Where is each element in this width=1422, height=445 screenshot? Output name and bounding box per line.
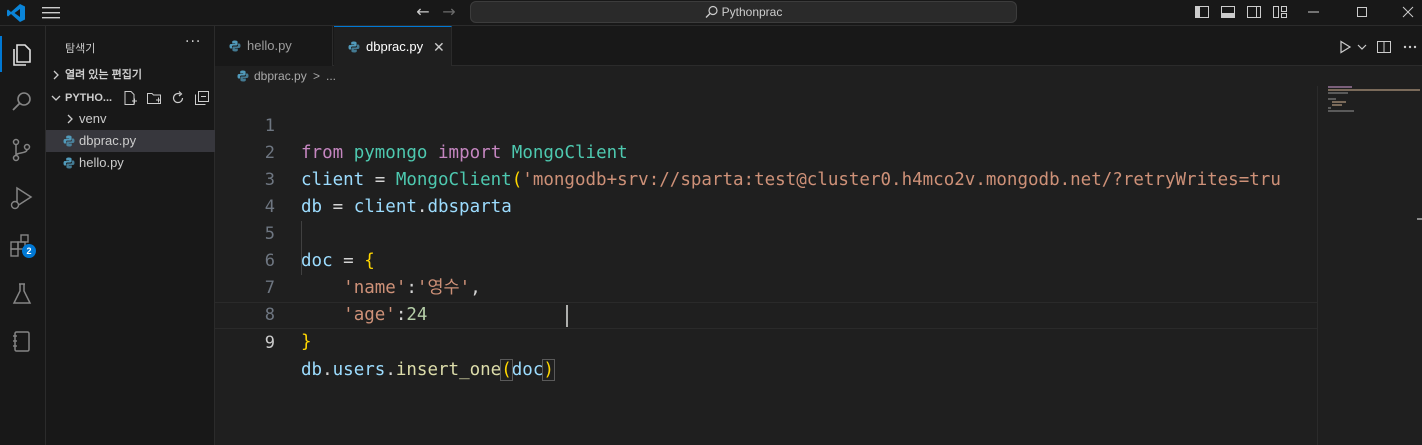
minimize-window-icon[interactable] (1306, 4, 1322, 20)
breadcrumb-symbols[interactable]: ... (326, 66, 336, 86)
new-folder-icon[interactable] (146, 90, 162, 106)
tab-hello-py[interactable]: hello.py (215, 26, 333, 66)
tree-item-label: hello.py (79, 155, 124, 170)
tree-item-dbprac[interactable]: dbprac.py (46, 130, 215, 152)
customize-layout-icon[interactable] (1272, 4, 1288, 20)
code-line[interactable]: 8 } (215, 275, 1317, 352)
command-center-search[interactable]: Pythonprac (470, 1, 1017, 23)
split-editor-icon[interactable] (1376, 39, 1392, 55)
tree-item-hello[interactable]: hello.py (46, 152, 215, 174)
minimap-line (1328, 107, 1331, 109)
python-file-icon (63, 157, 75, 169)
minimap-line (1328, 110, 1354, 112)
maximize-window-icon[interactable] (1354, 4, 1370, 20)
code-line-current[interactable]: 9 db.users.insert_one(doc) (215, 302, 1317, 381)
tab-label: hello.py (247, 38, 292, 53)
code-line[interactable]: 5 doc = { (215, 194, 1317, 271)
code-line[interactable]: 2 client = MongoClient('mongodb+srv://sp… (215, 113, 1317, 190)
scrollbar-cursor-marker (1417, 218, 1422, 220)
breadcrumb-separator: > (313, 69, 321, 83)
refresh-icon[interactable] (170, 90, 186, 106)
testing-flask-icon[interactable] (8, 280, 36, 308)
minimap-line (1332, 104, 1342, 106)
more-actions-icon[interactable]: ··· (185, 34, 201, 50)
search-icon[interactable] (8, 88, 36, 116)
run-dropdown-chevron-down-icon[interactable] (1354, 39, 1370, 55)
notebook-icon[interactable] (8, 328, 36, 356)
extensions-badge: 2 (22, 244, 36, 258)
explorer-files-icon[interactable] (0, 36, 36, 72)
code-line[interactable]: 3 db = client.dbsparta (215, 140, 1317, 217)
folder-section[interactable]: PYTHO... (46, 87, 215, 109)
open-editors-section[interactable]: 열려 있는 편집기 (46, 64, 215, 86)
more-actions-icon[interactable] (1402, 39, 1418, 55)
minimap-line (1328, 92, 1348, 94)
open-editors-label: 열려 있는 편집기 (65, 69, 142, 81)
minimap[interactable] (1317, 86, 1422, 445)
chevron-right-icon (53, 70, 59, 80)
chevron-down-icon (51, 95, 61, 101)
code-line[interactable]: 1 from pymongo import MongoClient (215, 86, 1317, 163)
minimap-line (1328, 86, 1352, 88)
run-and-debug-icon[interactable] (8, 184, 36, 212)
code-editor[interactable]: 1 from pymongo import MongoClient 2 clie… (215, 86, 1317, 445)
source-control-icon[interactable] (8, 136, 36, 164)
python-file-icon (63, 135, 75, 147)
editor-tab-bar: hello.py dbprac.py ✕ (215, 26, 1422, 66)
close-tab-icon[interactable]: ✕ (433, 27, 445, 67)
title-bar: ← → Pythonprac (0, 0, 1422, 26)
toggle-panel-icon[interactable] (1220, 4, 1236, 20)
minimap-line (1328, 98, 1336, 100)
folder-label: PYTHO... (65, 92, 113, 104)
tree-item-venv[interactable]: venv (46, 108, 215, 130)
python-file-icon (237, 70, 249, 82)
code-line[interactable]: 4 (215, 167, 1317, 217)
minimap-line (1328, 89, 1420, 91)
text-cursor (566, 305, 568, 327)
command-center-text: Pythonprac (721, 5, 783, 19)
code-line[interactable]: 7 'age':24 (215, 248, 1317, 325)
back-arrow-icon[interactable]: ← (414, 3, 432, 21)
line-number: 9 (264, 333, 275, 353)
activity-bar: 2 (0, 26, 46, 445)
explorer-sidebar: 탐색기 ··· 열려 있는 편집기 PYTHO... venv dbprac.p… (46, 26, 215, 445)
collapse-all-icon[interactable] (194, 90, 210, 106)
toggle-secondary-sidebar-icon[interactable] (1246, 4, 1262, 20)
new-file-icon[interactable] (122, 90, 138, 106)
tab-label: dbprac.py (366, 39, 424, 54)
tree-item-label: venv (79, 111, 107, 126)
explorer-title: 탐색기 (65, 43, 96, 55)
run-python-file-icon[interactable] (1337, 39, 1353, 55)
vscode-logo-icon[interactable] (6, 3, 26, 23)
minimap-line (1332, 101, 1346, 103)
breadcrumb-file[interactable]: dbprac.py (254, 66, 307, 86)
search-icon (705, 5, 718, 18)
code-text: db.users.insert_one(doc) (301, 359, 555, 381)
toggle-primary-sidebar-icon[interactable] (1194, 4, 1210, 20)
code-line[interactable]: 6 'name':'영수', (215, 221, 1317, 298)
python-file-icon (229, 40, 241, 52)
close-window-icon[interactable] (1400, 4, 1416, 20)
forward-arrow-icon[interactable]: → (440, 3, 458, 21)
chevron-right-icon (67, 114, 73, 124)
breadcrumb: dbprac.py > ... (215, 66, 1315, 86)
hamburger-menu-icon[interactable] (42, 6, 60, 20)
code-text: } (301, 332, 312, 352)
python-file-icon (348, 41, 360, 53)
tree-item-label: dbprac.py (79, 133, 137, 148)
tab-dbprac-py[interactable]: dbprac.py ✕ (334, 26, 452, 66)
